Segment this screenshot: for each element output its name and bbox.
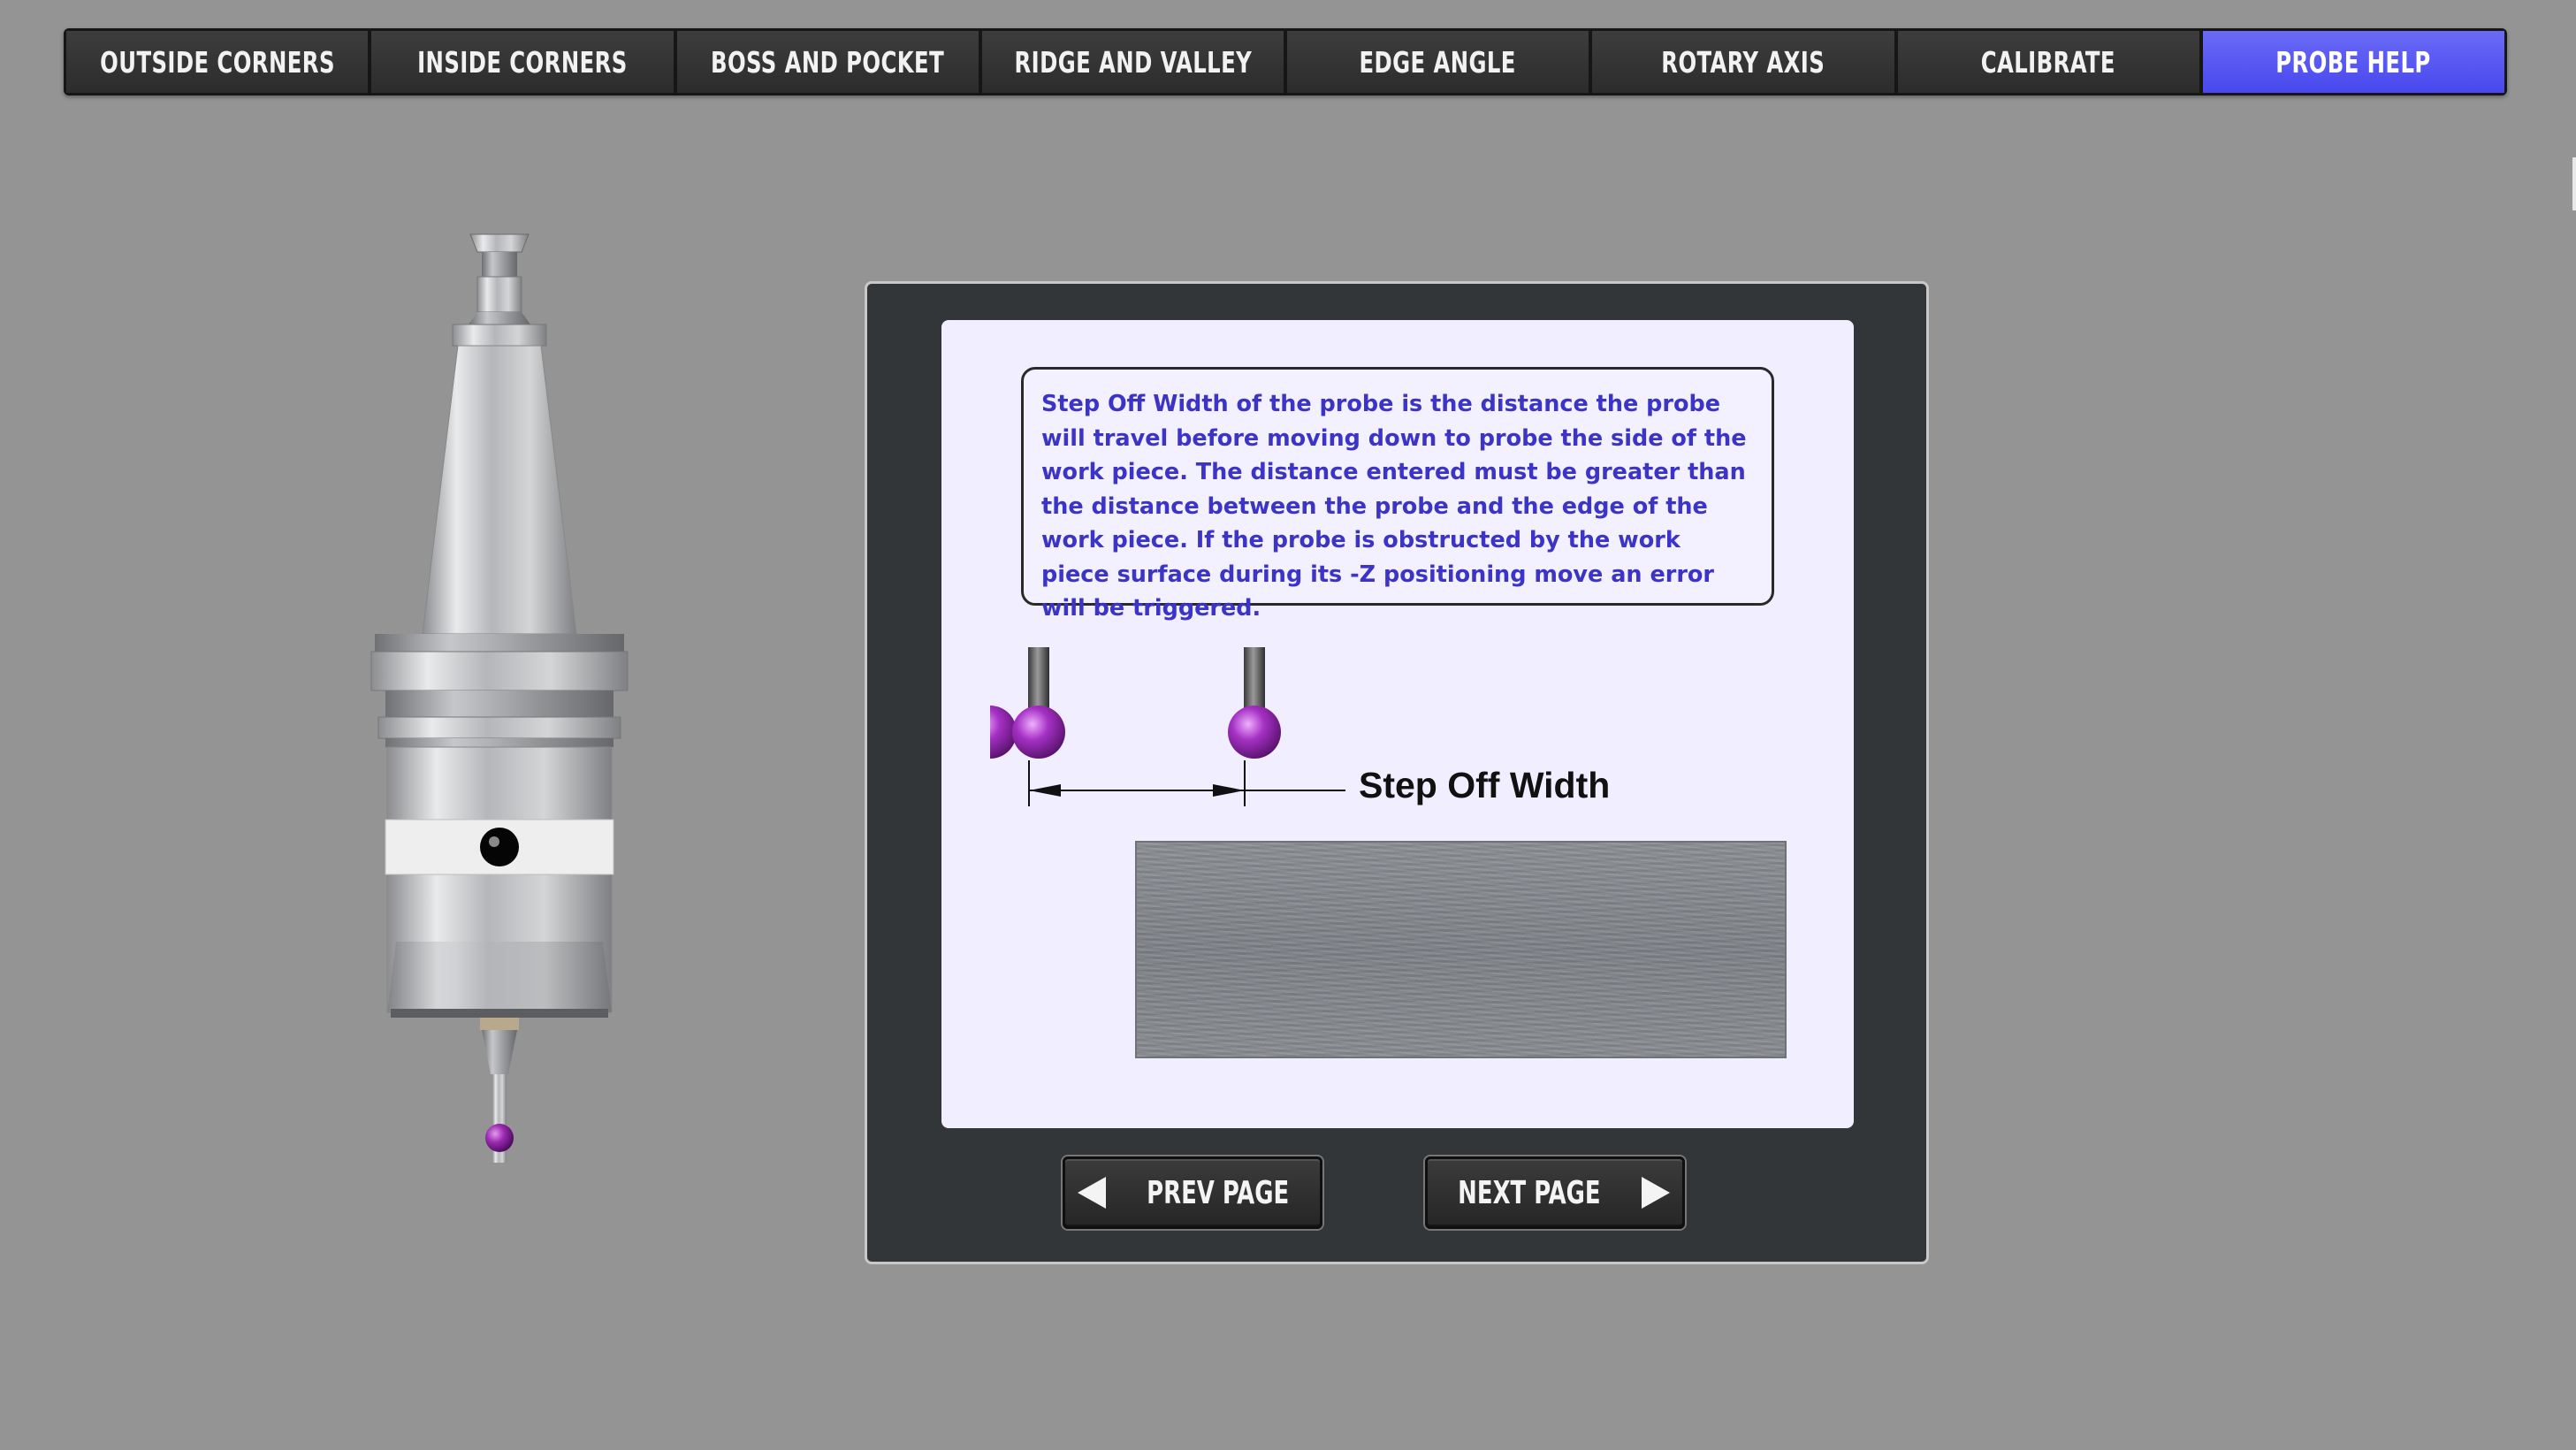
step-off-width-label: Step Off Width bbox=[1359, 765, 1611, 805]
tab-rotary-axis[interactable]: ROTARY AXIS bbox=[1592, 31, 1898, 93]
probe-stylus-icon bbox=[1228, 647, 1281, 759]
tab-label: ROTARY AXIS bbox=[1661, 44, 1825, 80]
tab-edge-angle[interactable]: EDGE ANGLE bbox=[1287, 31, 1593, 93]
tab-bar: OUTSIDE CORNERS INSIDE CORNERS BOSS AND … bbox=[64, 28, 2507, 95]
arrow-right-icon bbox=[1641, 1177, 1670, 1209]
tab-ridge-and-valley[interactable]: RIDGE AND VALLEY bbox=[981, 31, 1287, 93]
prev-page-button[interactable]: PREV PAGE bbox=[1063, 1156, 1322, 1229]
next-page-label: NEXT PAGE bbox=[1458, 1174, 1601, 1211]
workpiece bbox=[1135, 841, 1787, 1058]
tab-probe-help[interactable]: PROBE HELP bbox=[2202, 31, 2504, 93]
tab-label: BOSS AND POCKET bbox=[711, 44, 945, 80]
touch-probe-illustration bbox=[370, 233, 629, 1163]
tab-calibrate[interactable]: CALIBRATE bbox=[1897, 31, 2203, 93]
window-edge-marker bbox=[2572, 157, 2576, 210]
stylus-ball-left bbox=[1012, 706, 1065, 759]
prev-page-label: PREV PAGE bbox=[1147, 1174, 1290, 1211]
tab-label: OUTSIDE CORNERS bbox=[99, 44, 335, 80]
next-page-button[interactable]: NEXT PAGE bbox=[1425, 1156, 1685, 1229]
tab-label: CALIBRATE bbox=[1980, 44, 2116, 80]
tab-inside-corners[interactable]: INSIDE CORNERS bbox=[371, 31, 677, 93]
help-description: Step Off Width of the probe is the dista… bbox=[1021, 367, 1774, 622]
arrow-left-icon bbox=[1078, 1177, 1107, 1209]
tab-boss-and-pocket[interactable]: BOSS AND POCKET bbox=[676, 31, 982, 93]
tab-label: PROBE HELP bbox=[2275, 44, 2432, 80]
tab-outside-corners[interactable]: OUTSIDE CORNERS bbox=[66, 31, 372, 93]
tab-label: RIDGE AND VALLEY bbox=[1014, 44, 1252, 80]
tab-label: EDGE ANGLE bbox=[1359, 44, 1517, 80]
tab-label: INSIDE CORNERS bbox=[417, 44, 628, 80]
